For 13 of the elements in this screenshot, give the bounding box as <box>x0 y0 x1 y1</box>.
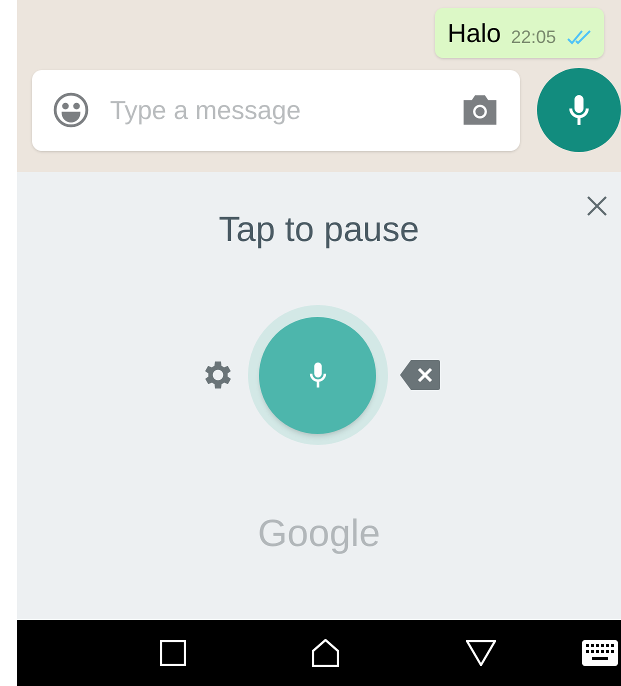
status-text: Tap to pause <box>218 212 420 247</box>
smiley-icon[interactable] <box>52 91 90 129</box>
keyboard-icon[interactable] <box>582 640 618 666</box>
message-time: 22:05 <box>510 26 556 48</box>
google-logo: Google <box>258 515 380 553</box>
home-icon[interactable] <box>312 639 339 667</box>
message-input-bar[interactable]: Type a message <box>32 70 520 150</box>
back-icon[interactable] <box>466 640 496 666</box>
message-field[interactable]: Type a message <box>110 90 440 130</box>
backspace-icon[interactable] <box>399 359 441 391</box>
close-icon <box>585 194 609 218</box>
message-text: Halo <box>447 16 501 50</box>
recents-icon[interactable] <box>160 640 186 666</box>
